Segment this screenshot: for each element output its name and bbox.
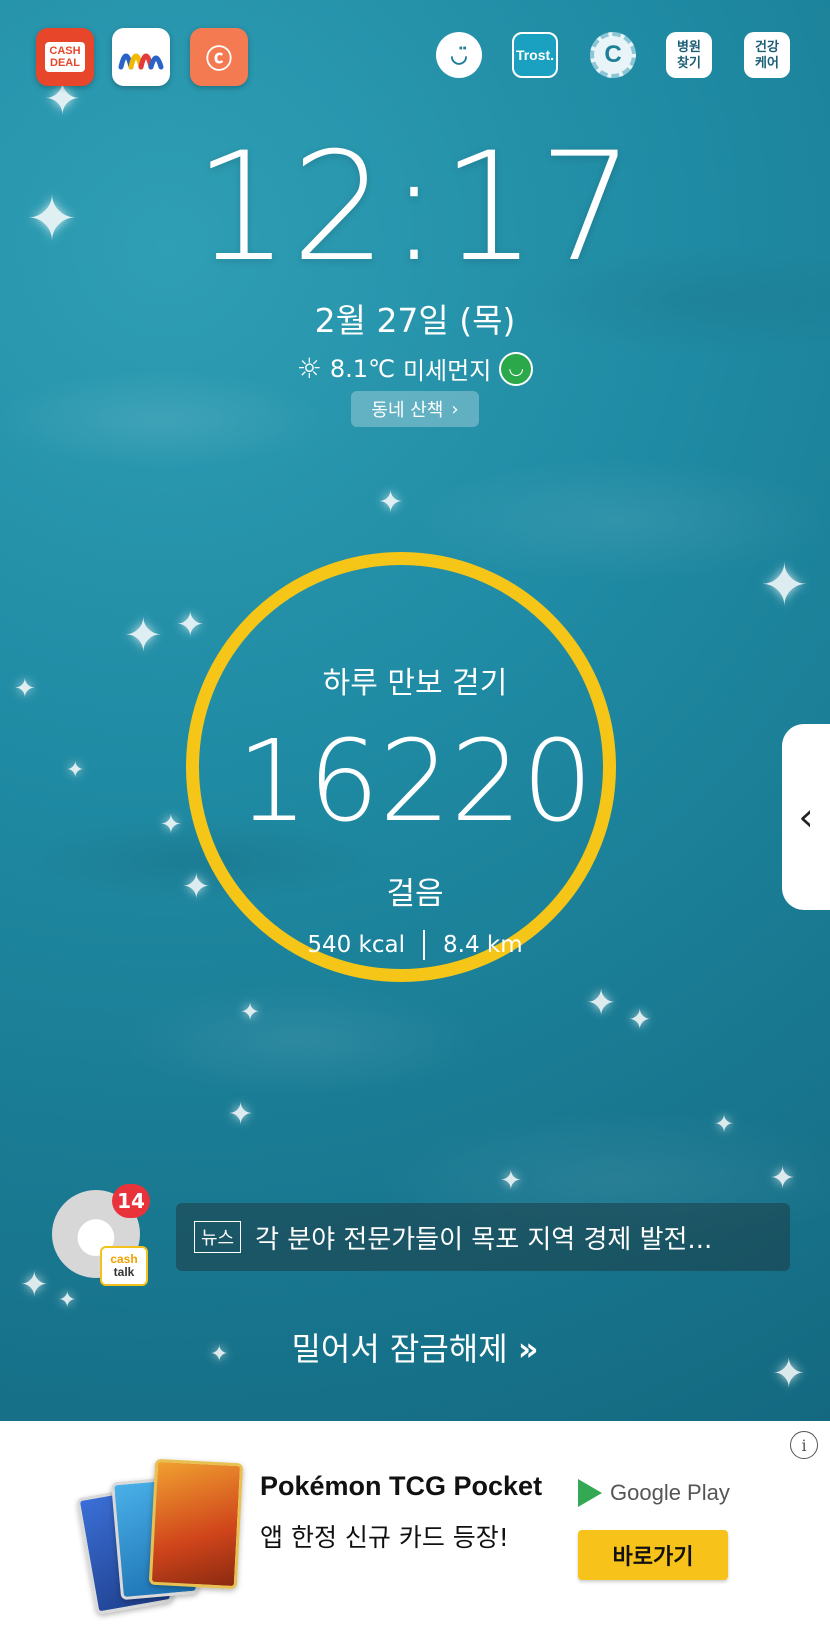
- step-goal-title: 하루 만보 걷기: [322, 666, 508, 701]
- cashtalk-label-bottom: talk: [113, 1265, 135, 1279]
- dust-label: 미세먼지: [402, 357, 492, 385]
- ad-banner[interactable]: i Pokémon TCG Pocket 앱 한정 신규 카드 등장! Goog…: [0, 1421, 830, 1637]
- unlock-label: 밀어서 잠금해제: [291, 1330, 508, 1368]
- sparkle-decoration: ✦: [228, 1097, 254, 1132]
- google-play-label: Google Play: [610, 1480, 730, 1505]
- news-ticker[interactable]: 뉴스 각 분야 전문가들이 목포 지역 경제 발전...: [176, 1203, 790, 1271]
- pokemon-cards-image: [76, 1458, 246, 1615]
- cashdeal-logo: CASH DEAL: [45, 42, 85, 72]
- sparkle-decoration: ✦: [378, 485, 404, 520]
- edge-panel-handle[interactable]: ‹: [782, 724, 830, 910]
- notification-badge: 14: [112, 1184, 150, 1218]
- cashdeal-app-icon[interactable]: CASH DEAL: [36, 28, 94, 86]
- smile-face-icon: ◡̈: [450, 44, 468, 67]
- google-play-icon: [578, 1479, 602, 1507]
- lockscreen-clock: 12:17: [193, 121, 637, 295]
- c-coin-app-icon[interactable]: C: [590, 32, 636, 78]
- c-coin-label: C: [604, 41, 622, 68]
- health-care-app-icon[interactable]: 건강 케어: [744, 32, 790, 78]
- sparkle-decoration: ✦: [124, 608, 163, 662]
- trost-app-icon[interactable]: Trost.: [512, 32, 558, 78]
- hospital-finder-app-icon[interactable]: 병원 찾기: [666, 32, 712, 78]
- mmm-app-icon[interactable]: [112, 28, 170, 86]
- good-air-face-icon: ◡: [499, 351, 534, 386]
- paw-app-icon[interactable]: ⓒ: [190, 28, 248, 86]
- cashdeal-label-top: CASH: [49, 45, 81, 57]
- temperature: 8.1℃: [329, 354, 395, 383]
- sparkle-decoration: ✦: [770, 1161, 796, 1196]
- sparkle-decoration: ✦: [240, 998, 261, 1026]
- sparkle-decoration: ✦: [586, 983, 617, 1024]
- news-headline: 각 분야 전문가들이 목포 지역 경제 발전...: [255, 1224, 713, 1255]
- ad-subtitle: 앱 한정 신규 카드 등장!: [260, 1523, 509, 1552]
- cashdeal-label-bottom: DEAL: [50, 57, 80, 69]
- sparkle-decoration: ✦: [628, 1003, 652, 1036]
- care-label-line2: 케어: [755, 55, 779, 70]
- sparkle-decoration: ✦: [500, 1166, 522, 1196]
- sparkle-decoration: ✦: [20, 1265, 49, 1305]
- chevron-left-icon: ‹: [798, 795, 814, 839]
- hospital-label-line1: 병원: [677, 39, 701, 54]
- trost-label: Trost.: [515, 47, 555, 63]
- news-tag: 뉴스: [194, 1221, 242, 1253]
- slide-to-unlock[interactable]: 밀어서 잠금해제 »: [0, 1324, 830, 1370]
- sparkle-decoration: ✦: [760, 551, 809, 619]
- paw-c-icon: ⓒ: [205, 43, 232, 74]
- step-stats: 540 kcal 8.4 km: [0, 930, 830, 960]
- stats-divider: [423, 930, 426, 960]
- mmm-logo-icon: [118, 53, 164, 70]
- card-image: [148, 1458, 244, 1590]
- chevron-right-icon: ›: [451, 398, 459, 420]
- hospital-label-line2: 찾기: [677, 55, 701, 70]
- care-label-line1: 건강: [755, 39, 779, 54]
- sun-icon: ☼: [296, 352, 322, 385]
- step-unit: 걸음: [386, 876, 444, 912]
- ad-cta-button[interactable]: 바로가기: [578, 1530, 728, 1580]
- neighborhood-walk-button[interactable]: 동네 산책 ›: [351, 391, 479, 427]
- step-count: 16220: [236, 717, 594, 847]
- weather-row: ☼ 8.1℃ 미세먼지 ◡: [0, 351, 830, 386]
- distance: 8.4 km: [443, 932, 523, 958]
- sparkle-decoration: ✦: [714, 1110, 735, 1138]
- sparkle-decoration: ✦: [58, 1288, 77, 1313]
- lockscreen-date: 2월 27일 (목): [314, 301, 516, 340]
- cashtalk-logo: cash talk: [100, 1246, 148, 1286]
- ad-info-icon[interactable]: i: [790, 1431, 818, 1459]
- sparkle-decoration: ✦: [176, 605, 205, 645]
- calories: 540 kcal: [307, 932, 406, 958]
- double-chevron-right-icon: »: [517, 1330, 539, 1368]
- walk-chip-label: 동네 산책: [371, 400, 444, 421]
- google-play-badge: Google Play: [578, 1479, 730, 1507]
- ad-title: Pokémon TCG Pocket: [260, 1471, 543, 1501]
- smile-app-icon[interactable]: ◡̈: [436, 32, 482, 78]
